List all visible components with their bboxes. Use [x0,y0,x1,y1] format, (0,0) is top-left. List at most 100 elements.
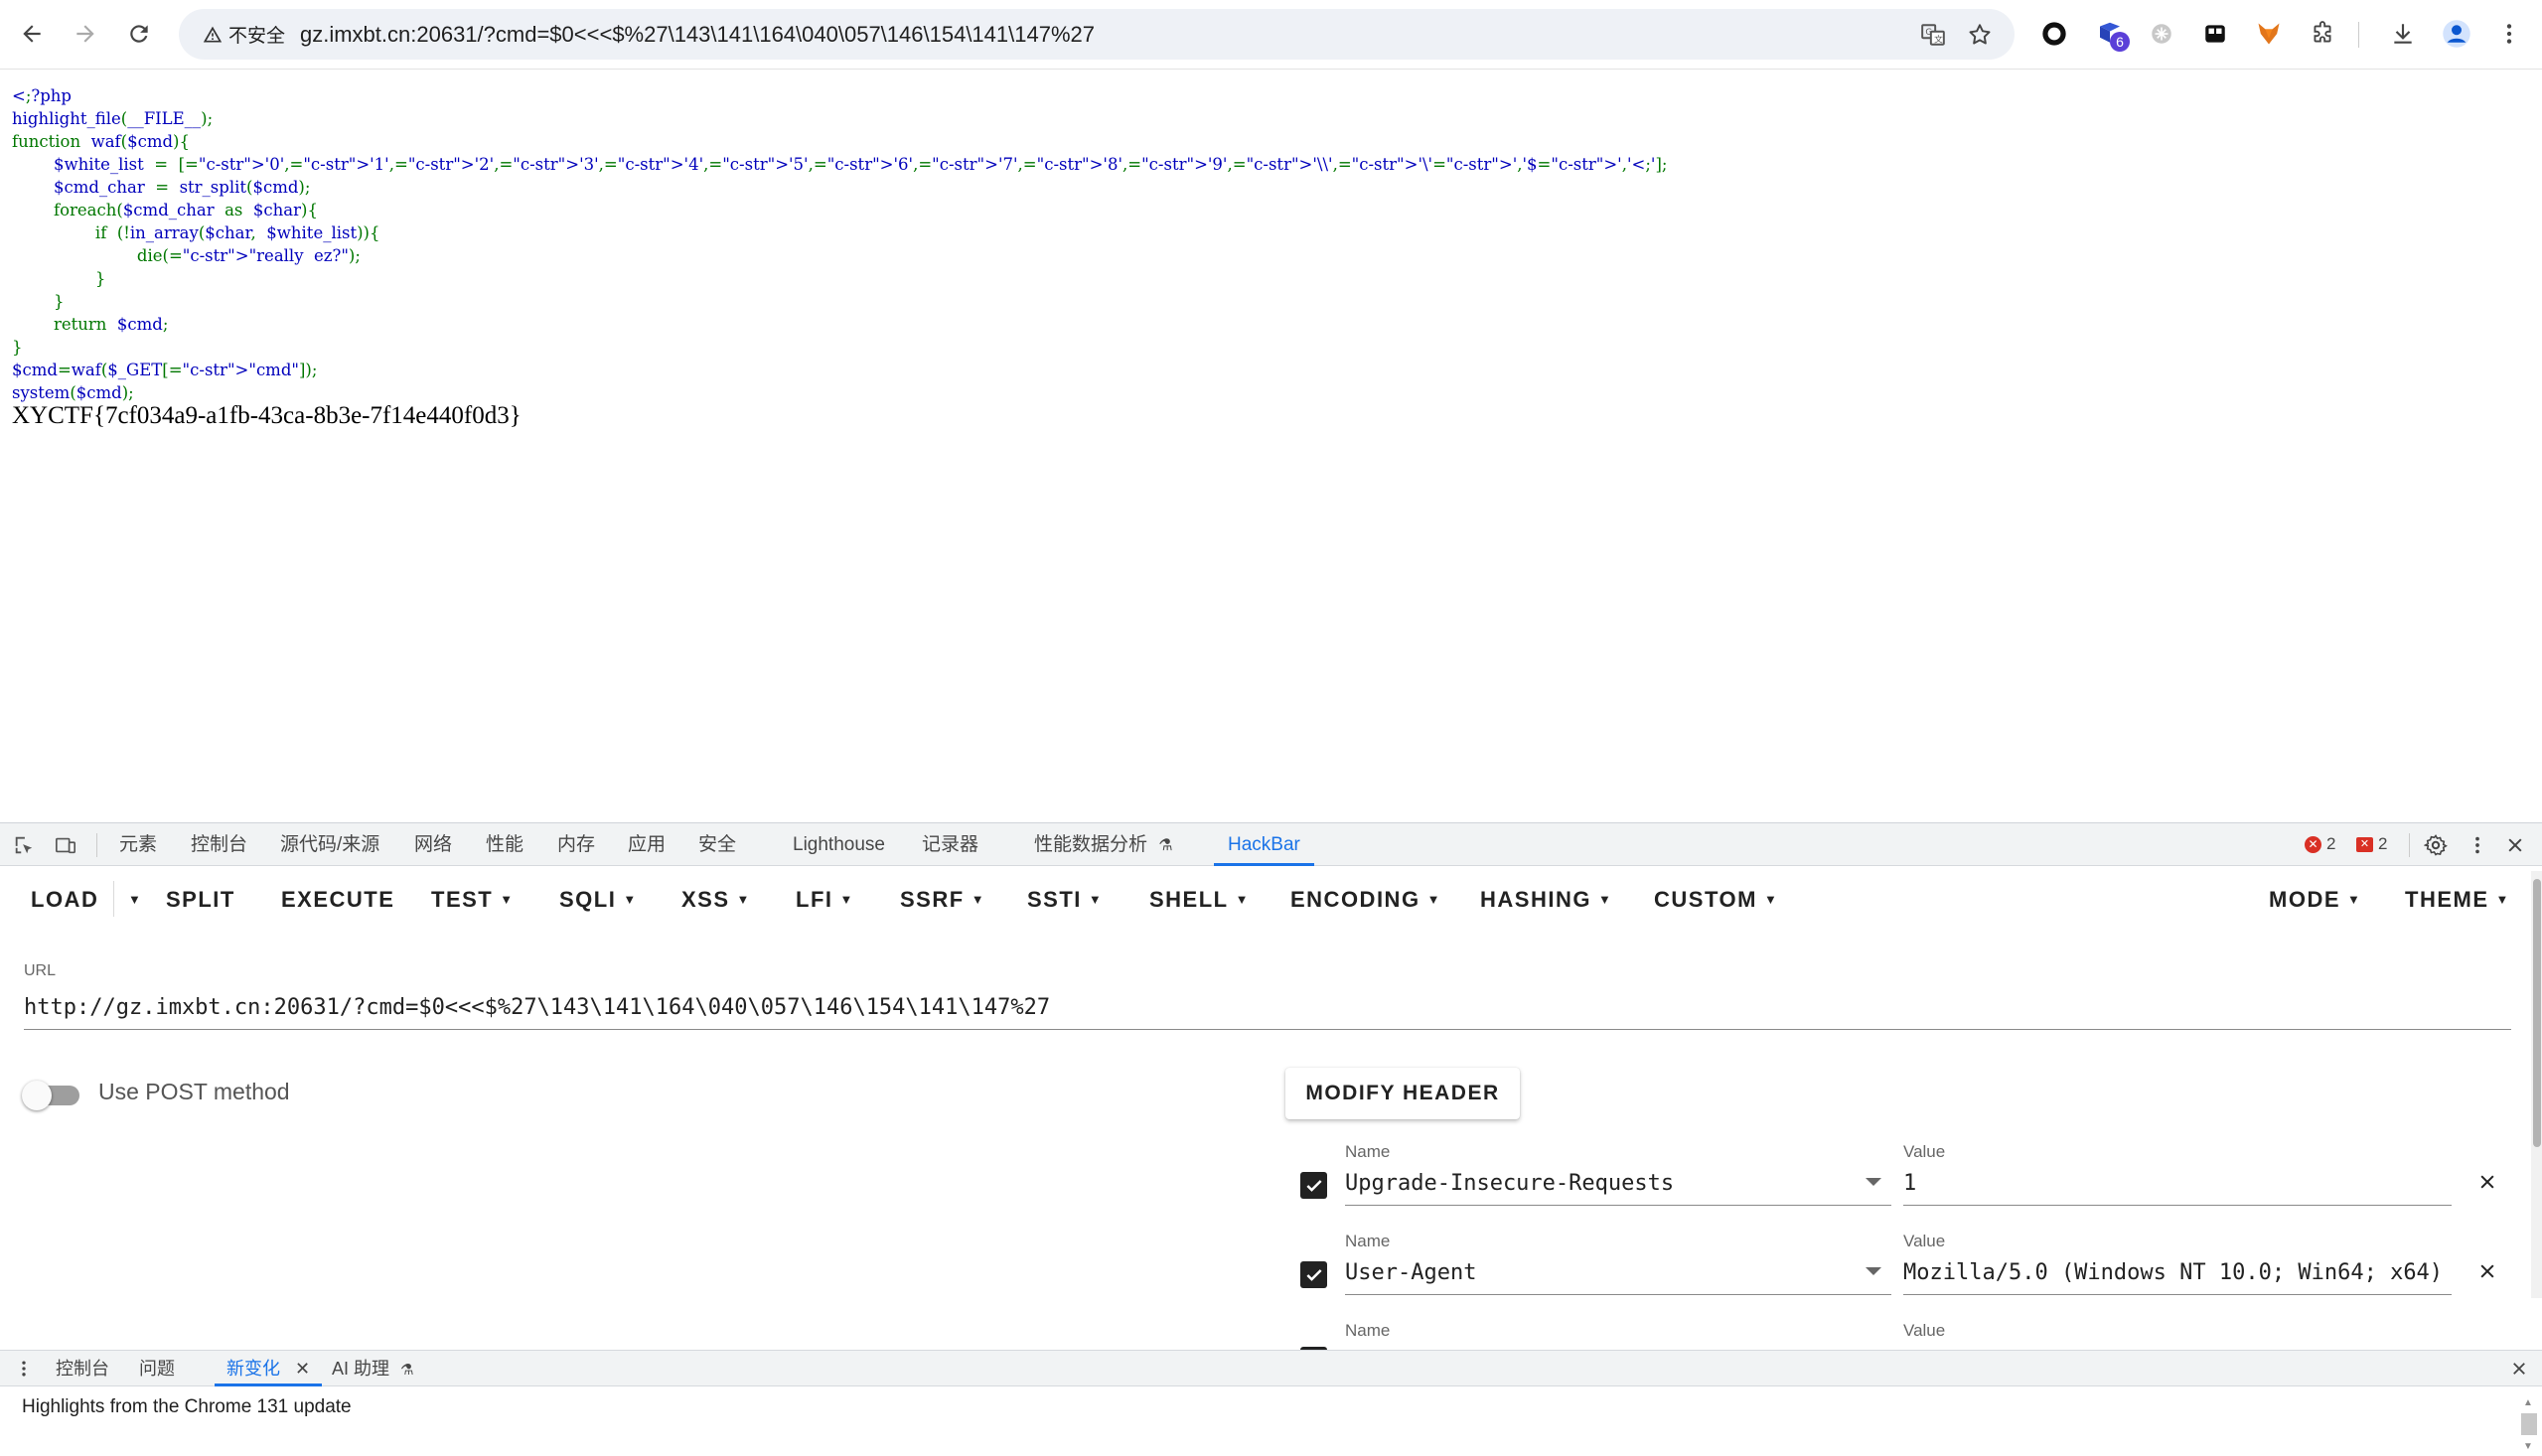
header-name-label: Name [1345,1232,1391,1250]
test-menu-button[interactable]: TEST ▼ [431,884,515,916]
extension-badge[interactable]: 6 [2092,16,2130,52]
dropdown-arrow-icon[interactable] [1866,1267,1881,1275]
lfi-menu-label: LFI [796,887,833,912]
tab-elements[interactable]: 元素 [119,823,157,866]
drawer-tab-whats-new[interactable]: 新变化 ✕ [215,1351,323,1386]
bookmark-button[interactable] [1964,19,1996,51]
downloads-button[interactable] [2385,16,2421,52]
devtools-menu-button[interactable] [2464,831,2491,859]
tab-security[interactable]: 安全 [698,823,736,866]
header-enabled-checkbox[interactable] [1300,1261,1327,1288]
modify-header-button[interactable]: MODIFY HEADER [1285,1068,1520,1119]
devtools-settings-button[interactable] [2422,831,2450,859]
experiment-flask-icon: ⚗ [400,1362,414,1379]
drawer-tab-console[interactable]: 控制台 [56,1351,109,1386]
device-toolbar-button[interactable] [52,831,79,859]
tab-lighthouse[interactable]: Lighthouse [793,823,885,866]
url-text[interactable]: gz.imxbt.cn:20631/?cmd=$0<<<$%27\143\141… [300,22,1095,48]
source-line: $white_list = [="c-str">'0',="c-str">'1'… [12,155,1668,174]
drawer-scrollbar[interactable]: ▲ ▼ [2519,1397,2539,1456]
issue-count-badge[interactable]: ✕ 2 [2356,834,2387,854]
remove-header-button[interactable] [2473,1168,2501,1196]
split-button[interactable]: SPLIT [166,884,235,916]
close-tab-icon[interactable]: ✕ [295,1359,310,1379]
extension-circle[interactable] [2036,16,2072,52]
source-line: <;?php [12,86,72,105]
shell-menu-button[interactable]: SHELL ▼ [1149,884,1250,916]
header-row: Name Upgrade-Insecure-Requests Value 1 [1297,1142,2519,1206]
custom-menu-button[interactable]: CUSTOM ▼ [1654,884,1778,916]
lfi-menu-button[interactable]: LFI ▼ [796,884,854,916]
theme-menu-button[interactable]: THEME ▼ [2405,884,2510,916]
check-icon [1305,1268,1322,1281]
svg-text:文: 文 [1934,34,1943,46]
ssrf-menu-button[interactable]: SSRF ▼ [900,884,985,916]
translate-button[interactable]: G文 [1917,19,1949,51]
tab-performance-insights[interactable]: 性能数据分析 ⚗ [1034,823,1173,866]
source-line: $cmd=waf($_GET[="c-str">"cmd"]); [12,361,318,379]
mode-menu-button[interactable]: MODE ▼ [2269,884,2361,916]
chevron-down-icon: ▼ [2495,892,2510,907]
load-options-button[interactable]: ▼ [121,884,142,916]
extensions-button[interactable] [2305,16,2340,52]
tab-hackbar[interactable]: HackBar [1214,823,1314,866]
back-button[interactable] [12,14,52,54]
hackbar-menu: LOAD ▼ SPLIT EXECUTE TEST ▼ SQLI ▼ XSS ▼ LF… [0,866,2542,934]
load-button[interactable]: LOAD [31,884,98,916]
header-value-input[interactable]: Mozilla/5.0 (Windows NT 10.0; Win64; x64… [1903,1253,2452,1295]
tab-network[interactable]: 网络 [414,823,452,866]
drawer-close-button[interactable] [2505,1355,2533,1383]
profile-button[interactable] [2439,16,2474,52]
back-icon [23,25,41,43]
browser-menu-button[interactable] [2491,16,2527,52]
scroll-thumb[interactable] [2521,1413,2537,1435]
tab-recorder[interactable]: 记录器 [922,823,978,866]
extension-badge-count: 6 [2110,32,2130,52]
chevron-down-icon: ▼ [500,892,515,907]
security-chip[interactable]: 不安全 [191,17,297,52]
error-count-badge[interactable]: ✕ 2 [2305,834,2335,854]
scroll-down-icon[interactable]: ▼ [2523,1441,2533,1452]
hashing-menu-button[interactable]: HASHING ▼ [1480,884,1612,916]
address-bar[interactable]: 不安全 gz.imxbt.cn:20631/?cmd=$0<<<$%27\143… [179,9,2015,60]
reload-button[interactable] [119,14,159,54]
url-input[interactable]: http://gz.imxbt.cn:20631/?cmd=$0<<<$%27\… [24,992,2511,1030]
header-enabled-checkbox[interactable] [1300,1172,1327,1199]
download-icon [2394,24,2412,44]
remove-header-button[interactable] [2473,1257,2501,1285]
encoding-menu-button[interactable]: ENCODING ▼ [1290,884,1441,916]
scroll-up-icon[interactable]: ▲ [2523,1397,2533,1408]
kebab-menu-icon [2475,836,2479,854]
extension-grey[interactable] [2144,16,2179,52]
svg-text:G: G [1925,28,1932,38]
drawer-menu-button[interactable] [10,1355,38,1383]
tab-memory[interactable]: 内存 [557,823,595,866]
extension-panel[interactable] [2197,16,2233,52]
device-icon [56,837,75,854]
devtools-close-button[interactable] [2501,831,2529,859]
kebab-menu-icon [2506,24,2512,44]
drawer-tab-issues[interactable]: 问题 [139,1351,175,1386]
dropdown-arrow-icon[interactable] [1866,1178,1881,1186]
tab-application[interactable]: 应用 [628,823,666,866]
tab-performance[interactable]: 性能 [486,823,523,866]
extension-fox[interactable] [2251,16,2287,52]
execute-button[interactable]: EXECUTE [281,884,394,916]
header-value-input[interactable]: 1 [1903,1164,2452,1206]
hackbar-scroll-thumb[interactable] [2533,879,2541,1147]
sqli-menu-button[interactable]: SQLI ▼ [559,884,638,916]
ssti-menu-button[interactable]: SSTI ▼ [1027,884,1103,916]
inspect-element-button[interactable] [10,831,38,859]
drawer-tab-ai-assistant[interactable]: AI 助理 ⚗ [332,1351,413,1386]
header-name-input[interactable]: Upgrade-Insecure-Requests [1345,1164,1891,1206]
drawer-tab-ai-label: AI 助理 [332,1359,390,1379]
tab-console[interactable]: 控制台 [191,823,247,866]
post-method-toggle[interactable] [22,1081,81,1110]
inspect-icon [15,836,33,854]
tab-sources[interactable]: 源代码/来源 [280,823,379,866]
chevron-down-icon: ▼ [623,892,638,907]
forward-button[interactable] [66,14,105,54]
xss-menu-button[interactable]: XSS ▼ [681,884,751,916]
header-name-input[interactable]: User-Agent [1345,1253,1891,1295]
php-source-code: <;?php highlight_file(__FILE__); functio… [12,84,1667,404]
